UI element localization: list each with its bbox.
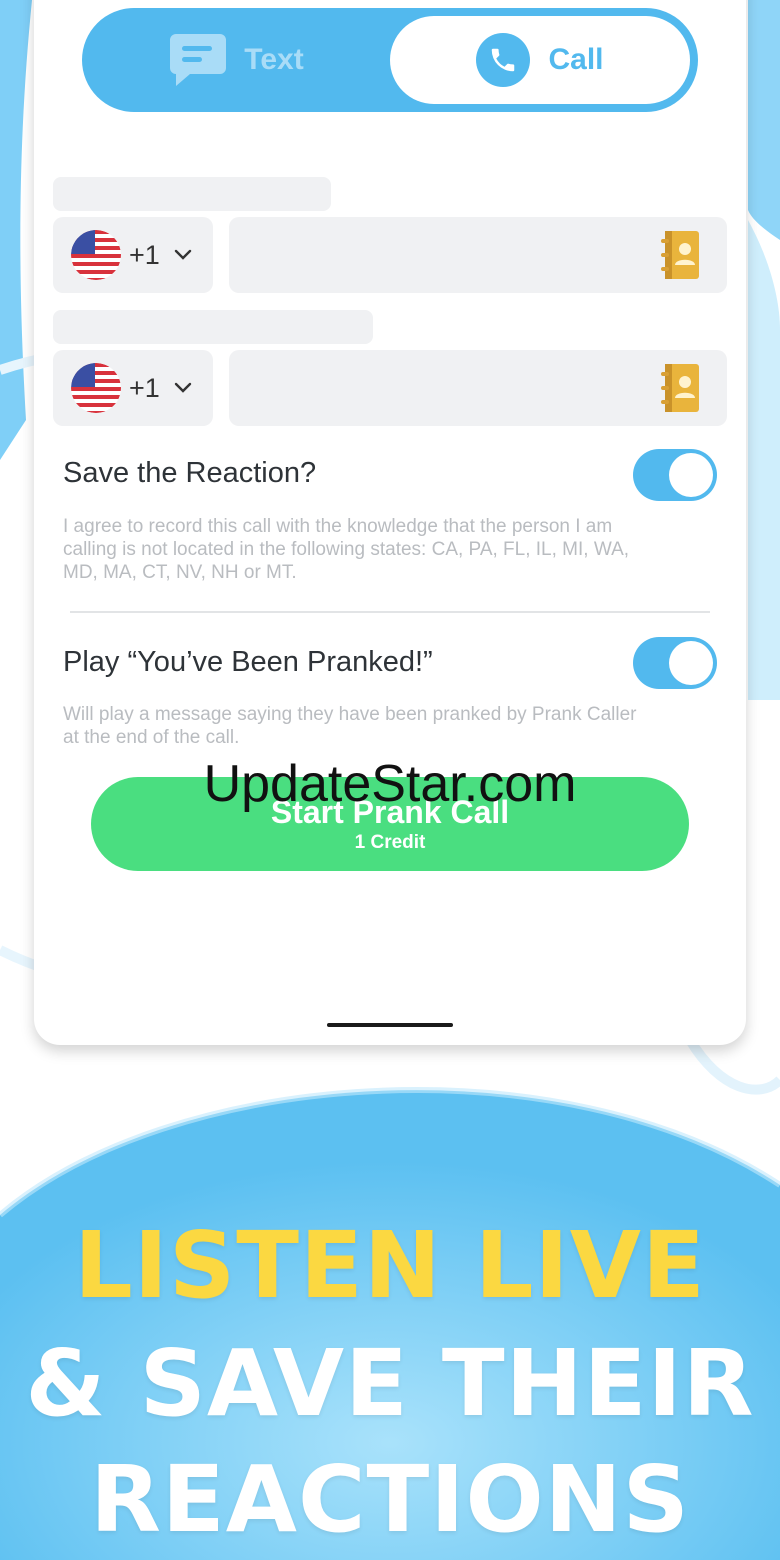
divider	[70, 611, 710, 613]
contacts-book-icon[interactable]	[661, 229, 701, 281]
save-reaction-toggle[interactable]	[633, 449, 717, 501]
watermark: UpdateStar.com	[203, 755, 577, 813]
credit-cost-label: 1 Credit	[354, 832, 426, 853]
message-icon	[170, 34, 227, 86]
home-indicator	[327, 1023, 453, 1027]
phone-icon	[476, 33, 531, 87]
to-label-placeholder	[53, 310, 373, 344]
save-reaction-title: Save the Reaction?	[63, 457, 317, 489]
tab-text-label: Text	[244, 43, 304, 76]
tab-call[interactable]: Call	[390, 16, 690, 104]
play-pranked-title: Play “You’ve Been Pranked!”	[63, 646, 433, 678]
toggle-knob	[669, 641, 713, 685]
toggle-knob	[669, 453, 713, 497]
play-pranked-description: Will play a message saying they have bee…	[63, 704, 637, 748]
to-number-input[interactable]	[229, 350, 727, 426]
mode-switch: Text Call	[82, 8, 698, 112]
phone-screen: Text Call +1 +1 Save the Reaction? I agr…	[34, 0, 746, 1045]
dial-code: +1	[129, 239, 160, 270]
dial-code: +1	[129, 372, 160, 403]
headline-line-3: REACTIONS	[90, 1446, 690, 1553]
us-flag-icon	[71, 230, 121, 280]
save-reaction-description: I agree to record this call with the kno…	[63, 516, 630, 583]
chevron-down-icon	[174, 382, 191, 393]
tab-text[interactable]: Text	[82, 8, 390, 112]
headline-line-1: LISTEN LIVE	[74, 1212, 706, 1319]
tab-call-label: Call	[548, 43, 604, 76]
play-pranked-toggle[interactable]	[633, 637, 717, 689]
country-select-to[interactable]: +1	[53, 350, 213, 426]
from-label-placeholder	[53, 177, 331, 211]
us-flag-icon	[71, 363, 121, 413]
chevron-down-icon	[174, 249, 191, 260]
headline-line-2: & SAVE THEIR	[25, 1330, 755, 1437]
contacts-book-icon[interactable]	[661, 362, 701, 414]
from-number-input[interactable]	[229, 217, 727, 293]
country-select-from[interactable]: +1	[53, 217, 213, 293]
